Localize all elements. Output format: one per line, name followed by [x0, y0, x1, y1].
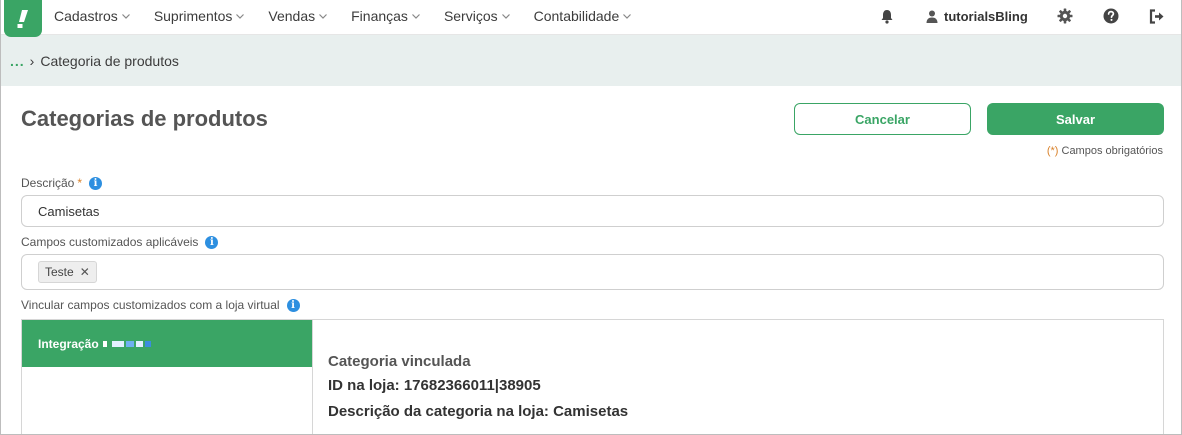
vincular-label-text: Vincular campos customizados com a loja …	[21, 298, 280, 312]
integration-panel: Integração Categoria vinculada ID na loj…	[21, 319, 1164, 434]
campos-label: Campos customizados aplicáveis i	[21, 235, 219, 249]
descricao-value: Camisetas	[38, 203, 100, 219]
bell-icon	[881, 9, 893, 24]
notifications-button[interactable]	[877, 6, 897, 26]
info-icon[interactable]: i	[286, 298, 300, 312]
menu-financas-label: Finanças	[351, 8, 408, 24]
cancel-button[interactable]: Cancelar	[794, 103, 971, 135]
required-asterisk: *	[77, 176, 83, 190]
help-button[interactable]	[1101, 6, 1121, 26]
panel-divider	[312, 320, 313, 434]
linked-category-id: ID na loja: 17682366011|38905	[328, 377, 541, 394]
menu-servicos-label: Serviços	[443, 8, 498, 24]
menu-vendas[interactable]: Vendas	[268, 8, 328, 24]
integration-tab-label: Integração	[38, 336, 99, 351]
tag-chip: Teste ✕	[38, 261, 97, 283]
required-note-text: Campos obrigatórios	[1061, 145, 1164, 157]
redacted-mark	[144, 340, 151, 347]
logo-icon	[17, 9, 28, 28]
user-icon	[926, 10, 938, 23]
chevron-down-icon	[623, 13, 632, 19]
chevron-down-icon	[501, 13, 510, 19]
user-menu[interactable]: tutorialsBling	[926, 0, 1028, 32]
info-icon[interactable]: i	[205, 235, 219, 249]
top-navbar: Cadastros Suprimentos Vendas Finanças Se…	[1, 0, 1181, 37]
info-icon[interactable]: i	[89, 176, 103, 190]
help-icon	[1103, 8, 1119, 24]
required-mark: (*)	[1046, 145, 1059, 157]
menu-cadastros-label: Cadastros	[54, 8, 118, 24]
gear-icon	[1057, 8, 1073, 24]
close-icon[interactable]: ✕	[80, 265, 90, 279]
descricao-label: Descrição * i	[21, 176, 103, 190]
integration-tab[interactable]: Integração	[22, 320, 313, 367]
chevron-down-icon	[412, 13, 420, 19]
redacted-mark	[125, 340, 134, 347]
menu-cadastros[interactable]: Cadastros	[54, 8, 130, 24]
redacted-mark	[135, 340, 143, 347]
descricao-label-text: Descrição	[21, 176, 75, 190]
menu-suprimentos[interactable]: Suprimentos	[154, 8, 245, 24]
breadcrumb-ellipsis[interactable]: ...	[10, 53, 25, 69]
breadcrumb-current: Categoria de produtos	[40, 52, 179, 69]
menu-contabilidade[interactable]: Contabilidade	[534, 8, 632, 24]
chevron-down-icon	[121, 13, 130, 19]
linked-category-title: Categoria vinculada	[328, 353, 471, 370]
logout-button[interactable]	[1147, 6, 1167, 26]
breadcrumb: ... › Categoria de produtos	[1, 35, 1181, 86]
vincular-label: Vincular campos customizados com a loja …	[21, 298, 300, 312]
menu-servicos[interactable]: Serviços	[444, 8, 510, 24]
chevron-down-icon	[236, 13, 245, 19]
settings-button[interactable]	[1055, 6, 1075, 26]
breadcrumb-separator: ›	[29, 52, 35, 69]
campos-label-text: Campos customizados aplicáveis	[21, 235, 199, 249]
menu-suprimentos-label: Suprimentos	[153, 8, 233, 24]
linked-category-description: Descrição da categoria na loja: Camiseta…	[328, 403, 629, 420]
main-menu: Cadastros Suprimentos Vendas Finanças Se…	[54, 0, 655, 32]
menu-financas[interactable]: Finanças	[351, 8, 420, 24]
bling-logo[interactable]	[4, 0, 42, 37]
page-title: Categorias de produtos	[21, 106, 268, 131]
menu-contabilidade-label: Contabilidade	[533, 8, 620, 24]
redacted-mark	[102, 340, 107, 347]
redacted-mark	[111, 340, 124, 347]
logout-icon	[1149, 8, 1164, 24]
tag-label: Teste	[45, 265, 74, 279]
menu-vendas-label: Vendas	[268, 8, 316, 24]
required-fields-note: (*) Campos obrigatórios	[1047, 145, 1163, 157]
save-button[interactable]: Salvar	[987, 103, 1164, 135]
descricao-input[interactable]: Camisetas	[21, 195, 1164, 227]
user-name: tutorialsBling	[944, 8, 1028, 24]
chevron-down-icon	[319, 13, 328, 19]
app-window: Cadastros Suprimentos Vendas Finanças Se…	[0, 0, 1182, 435]
campos-tags-input[interactable]: Teste ✕	[21, 254, 1164, 290]
